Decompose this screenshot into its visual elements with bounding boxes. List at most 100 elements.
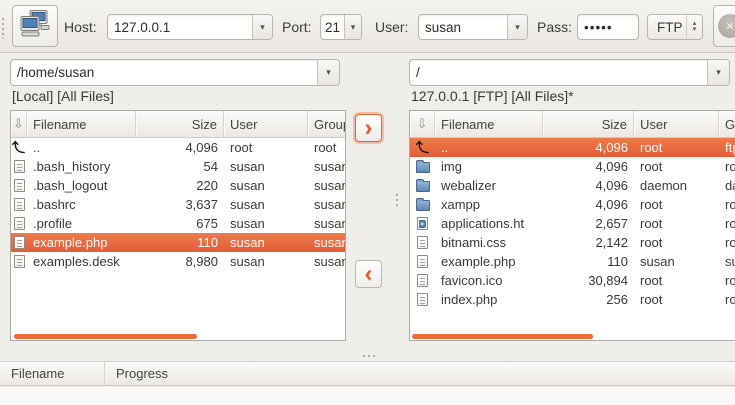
file-name: ..	[27, 140, 136, 155]
file-icon	[14, 236, 25, 249]
up-arrow-icon: ⤴	[416, 141, 429, 154]
transfer-to-remote-button[interactable]: ›	[355, 114, 382, 142]
file-row[interactable]: xampp 4,096 root root	[410, 195, 735, 214]
file-group: ftp	[719, 140, 735, 155]
pass-label: Pass:	[537, 19, 572, 35]
remote-path-input[interactable]	[410, 60, 707, 85]
queue-progress-column-header[interactable]: Progress	[105, 362, 179, 385]
file-row[interactable]: webalizer 4,096 daemon daemon	[410, 176, 735, 195]
file-row[interactable]: .bashrc 3,637 susan susan	[11, 195, 345, 214]
transfer-to-local-button[interactable]: ‹	[355, 260, 382, 288]
file-group: root	[719, 235, 735, 250]
queue-divider-grip[interactable]	[362, 354, 377, 358]
pass-entry	[577, 14, 639, 40]
file-row[interactable]: examples.desk 8,980 susan susan	[11, 252, 345, 271]
file-icon	[417, 293, 428, 306]
pane-divider-grip[interactable]	[395, 193, 399, 209]
chevron-down-icon: ▾	[326, 67, 331, 78]
port-input[interactable]	[321, 15, 344, 39]
connection-toolbar: Host: ▾ Port: ▾ User: ▾ Pass: FTP ▴ ▾ ✕	[0, 0, 735, 53]
file-group: root	[719, 292, 735, 307]
file-user: susan	[224, 159, 308, 174]
file-user: root	[634, 216, 719, 231]
host-input[interactable]	[108, 15, 252, 39]
user-combo: ▾	[418, 14, 528, 40]
file-name: .bashrc	[27, 197, 136, 212]
local-path-input[interactable]	[11, 60, 317, 85]
file-group: daemon	[719, 178, 735, 193]
file-icon	[417, 236, 428, 249]
toolbar-grip[interactable]	[1, 17, 6, 39]
file-user: susan	[224, 197, 308, 212]
file-row[interactable]: .profile 675 susan susan	[11, 214, 345, 233]
folder-icon	[416, 162, 430, 173]
user-column-header[interactable]: User	[634, 111, 719, 137]
file-size: 54	[136, 159, 224, 174]
file-row[interactable]: ⤴ .. 4,096 root root	[11, 138, 345, 157]
file-row[interactable]: applications.ht 2,657 root root	[410, 214, 735, 233]
file-user: root	[634, 197, 719, 212]
file-row[interactable]: index.php 256 root root	[410, 290, 735, 309]
file-row[interactable]: favicon.ico 30,894 root root	[410, 271, 735, 290]
file-user: daemon	[634, 178, 719, 193]
remote-horizontal-scrollbar[interactable]	[412, 334, 593, 339]
file-row[interactable]: .bash_history 54 susan susan	[11, 157, 345, 176]
file-icon	[14, 217, 25, 230]
user-column-header[interactable]: User	[224, 111, 308, 137]
user-dropdown-button[interactable]: ▾	[507, 15, 527, 39]
file-row[interactable]: example.php 110 susan susan	[410, 252, 735, 271]
file-user: susan	[224, 235, 308, 250]
html-file-icon	[417, 217, 428, 230]
local-path-dropdown-button[interactable]: ▾	[317, 60, 339, 85]
user-input[interactable]	[419, 15, 507, 39]
protocol-spinner[interactable]: FTP ▴ ▾	[647, 14, 703, 40]
filename-column-header[interactable]: Filename	[27, 111, 136, 137]
remote-path-combo: ▾	[409, 59, 730, 86]
file-row[interactable]: ⤴ .. 4,096 root ftp	[410, 138, 735, 157]
file-row[interactable]: example.php 110 susan susan	[11, 233, 345, 252]
file-name: examples.desk	[27, 254, 136, 269]
protocol-value: FTP	[648, 15, 686, 39]
remote-file-list: ⇩ Filename Size User Group ⤴ .. 4,096 ro…	[409, 110, 735, 341]
file-size: 2,657	[543, 216, 634, 231]
file-name: example.php	[27, 235, 136, 250]
port-dropdown-button[interactable]: ▾	[344, 15, 361, 39]
disconnect-button[interactable]: ✕	[713, 5, 735, 47]
file-row[interactable]: bitnami.css 2,142 root root	[410, 233, 735, 252]
connect-button[interactable]	[12, 5, 58, 47]
filename-column-header[interactable]: Filename	[435, 111, 543, 137]
file-row[interactable]: img 4,096 root root	[410, 157, 735, 176]
sort-column-header[interactable]: ⇩	[11, 111, 27, 137]
remote-path-dropdown-button[interactable]: ▾	[707, 60, 729, 85]
file-icon	[14, 160, 25, 173]
protocol-spin-buttons[interactable]: ▴ ▾	[686, 15, 702, 39]
file-row[interactable]: .bash_logout 220 susan susan	[11, 176, 345, 195]
connect-computers-icon	[19, 9, 51, 44]
file-user: root	[634, 159, 719, 174]
chevron-down-icon: ▾	[351, 22, 356, 33]
chevron-down-icon: ▾	[515, 22, 520, 33]
up-arrow-icon: ⤴	[12, 141, 25, 154]
group-column-header[interactable]: Group	[719, 111, 735, 137]
sort-descending-icon: ⇩	[417, 116, 428, 132]
file-size: 3,637	[136, 197, 224, 212]
local-horizontal-scrollbar[interactable]	[14, 334, 197, 339]
file-icon	[14, 179, 25, 192]
size-column-header[interactable]: Size	[543, 111, 634, 137]
queue-filename-column-header[interactable]: Filename	[0, 362, 105, 385]
host-dropdown-button[interactable]: ▾	[252, 15, 272, 39]
file-size: 4,096	[543, 140, 634, 155]
size-column-header[interactable]: Size	[136, 111, 224, 137]
file-icon	[14, 198, 25, 211]
file-group: susan	[308, 159, 345, 174]
file-size: 8,980	[136, 254, 224, 269]
sort-column-header[interactable]: ⇩	[410, 111, 435, 137]
file-group: susan	[308, 178, 345, 193]
pass-input[interactable]	[578, 15, 638, 39]
transfer-queue-header: Filename Progress	[0, 361, 735, 386]
file-group: root	[719, 197, 735, 212]
file-name: xampp	[435, 197, 543, 212]
group-column-header[interactable]: Group	[308, 111, 345, 137]
close-icon: ✕	[718, 14, 735, 38]
file-group: susan	[308, 235, 345, 250]
